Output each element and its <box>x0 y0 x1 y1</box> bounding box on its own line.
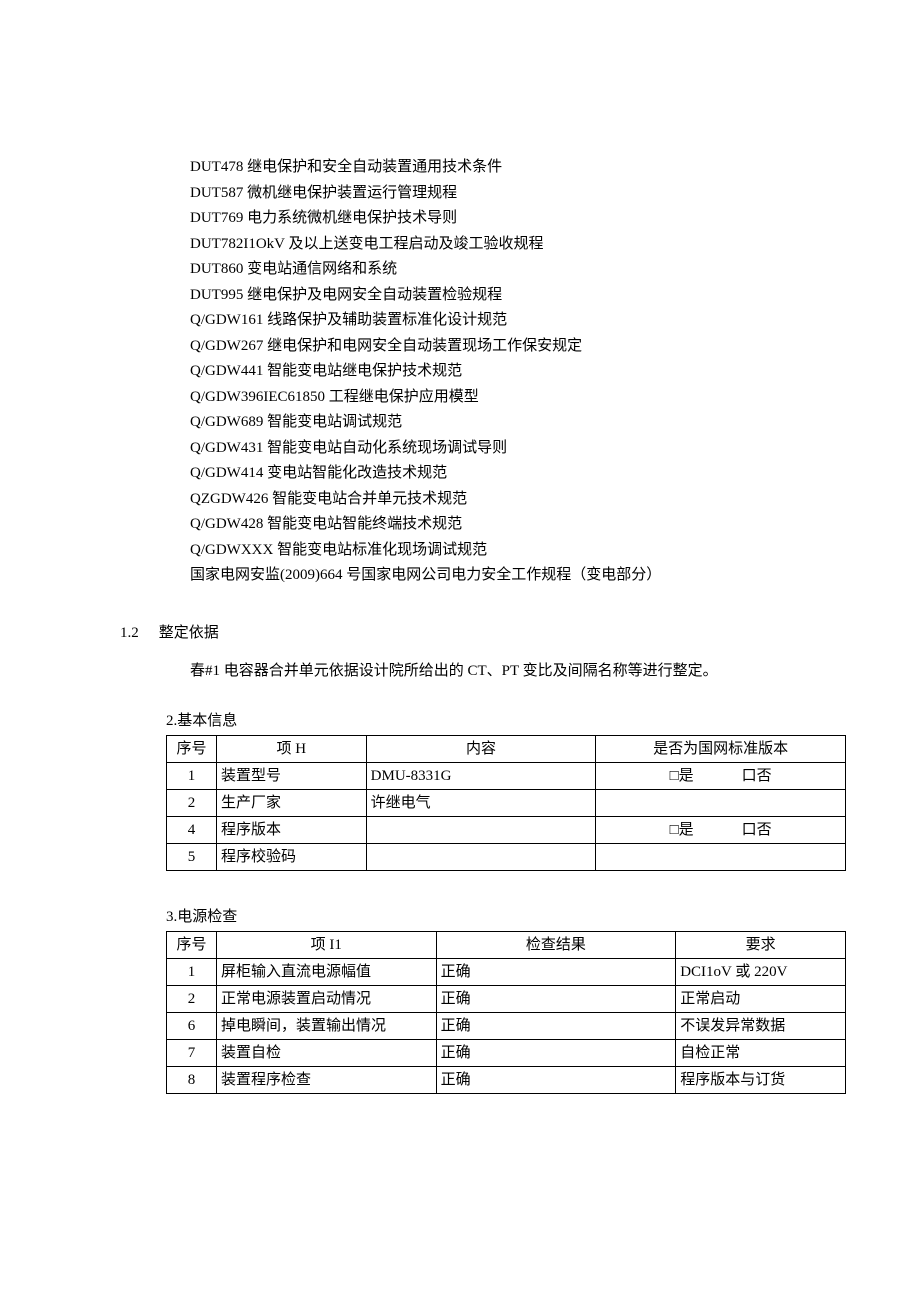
checkbox-no[interactable]: 口否 <box>742 818 772 842</box>
cell-no: 6 <box>167 1012 217 1039</box>
table-header-row: 序号 项 I1 检查结果 要求 <box>167 931 846 958</box>
standard-line: DUT860 变电站通信网络和系统 <box>190 257 800 283</box>
cell-no: 5 <box>167 843 217 870</box>
cell-no: 2 <box>167 985 217 1012</box>
standard-line: Q/GDW431 智能变电站自动化系统现场调试导则 <box>190 436 800 462</box>
cell-item: 装置自检 <box>216 1039 436 1066</box>
table-row: 1屏柜输入直流电源幅值正确DCI1oV 或 220V <box>167 958 846 985</box>
standard-line: Q/GDW428 智能变电站智能终端技术规范 <box>190 512 800 538</box>
cell-item: 程序校验码 <box>216 843 366 870</box>
cell-no: 1 <box>167 762 217 789</box>
standard-line: Q/GDWXXX 智能变电站标准化现场调试规范 <box>190 538 800 564</box>
cell-item: 程序版本 <box>216 816 366 843</box>
cell-no: 8 <box>167 1066 217 1093</box>
standard-line: 国家电网安监(2009)664 号国家电网公司电力安全工作规程（变电部分） <box>190 563 800 589</box>
cell-result: 正确 <box>436 958 676 985</box>
cell-content: DMU-8331G <box>366 762 596 789</box>
basic-info-table: 序号 项 H 内容 是否为国网标准版本 1装置型号DMU-8331G□是口否2生… <box>166 735 846 871</box>
table-row: 5程序校验码 <box>167 843 846 870</box>
cell-req: 不误发异常数据 <box>676 1012 846 1039</box>
col-std: 是否为国网标准版本 <box>596 735 846 762</box>
table-row: 2生产厂家许继电气 <box>167 789 846 816</box>
cell-std <box>596 789 846 816</box>
section-body: 春#1 电容器合并单元依据设计院所给出的 CT、PT 变比及间隔名称等进行整定。 <box>190 659 800 683</box>
standard-line: DUT769 电力系统微机继电保护技术导则 <box>190 206 800 232</box>
standard-line: Q/GDW161 线路保护及辅助装置标准化设计规范 <box>190 308 800 334</box>
cell-result: 正确 <box>436 1012 676 1039</box>
checkbox-yes[interactable]: □是 <box>670 764 694 788</box>
cell-std: □是 口否 <box>596 816 846 843</box>
col-item: 项 H <box>216 735 366 762</box>
col-result: 检查结果 <box>436 931 676 958</box>
cell-req: DCI1oV 或 220V <box>676 958 846 985</box>
cell-item: 正常电源装置启动情况 <box>216 985 436 1012</box>
cell-std: □是 口否 <box>596 762 846 789</box>
cell-result: 正确 <box>436 1039 676 1066</box>
col-content: 内容 <box>366 735 596 762</box>
cell-content: 许继电气 <box>366 789 596 816</box>
table-row: 2正常电源装置启动情况正确正常启动 <box>167 985 846 1012</box>
standard-line: Q/GDW267 继电保护和电网安全自动装置现场工作保安规定 <box>190 334 800 360</box>
standard-line: Q/GDW441 智能变电站继电保护技术规范 <box>190 359 800 385</box>
col-no: 序号 <box>167 931 217 958</box>
cell-item: 屏柜输入直流电源幅值 <box>216 958 436 985</box>
standard-line: Q/GDW689 智能变电站调试规范 <box>190 410 800 436</box>
cell-no: 1 <box>167 958 217 985</box>
cell-req: 自检正常 <box>676 1039 846 1066</box>
standard-line: DUT995 继电保护及电网安全自动装置检验规程 <box>190 283 800 309</box>
document-page: DUT478 继电保护和安全自动装置通用技术条件DUT587 微机继电保护装置运… <box>0 0 920 1301</box>
cell-result: 正确 <box>436 1066 676 1093</box>
power-check-table: 序号 项 I1 检查结果 要求 1屏柜输入直流电源幅值正确DCI1oV 或 22… <box>166 931 846 1094</box>
standard-line: Q/GDW396IEC61850 工程继电保护应用模型 <box>190 385 800 411</box>
cell-result: 正确 <box>436 985 676 1012</box>
checkbox-yes[interactable]: □是 <box>670 818 694 842</box>
cell-req: 正常启动 <box>676 985 846 1012</box>
section-header-1-2: 1.2 整定依据 <box>120 621 800 645</box>
table-row: 1装置型号DMU-8331G □是 口否 <box>167 762 846 789</box>
standard-line: DUT782I1OkV 及以上送变电工程启动及竣工验收规程 <box>190 232 800 258</box>
cell-no: 4 <box>167 816 217 843</box>
col-item: 项 I1 <box>216 931 436 958</box>
table-row: 8装置程序检查正确程序版本与订货 <box>167 1066 846 1093</box>
checkbox-no[interactable]: 口否 <box>742 764 772 788</box>
table-row: 4程序版本 □是 口否 <box>167 816 846 843</box>
standard-line: Q/GDW414 变电站智能化改造技术规范 <box>190 461 800 487</box>
section-number: 1.2 <box>120 621 139 645</box>
cell-no: 2 <box>167 789 217 816</box>
cell-std <box>596 843 846 870</box>
col-req: 要求 <box>676 931 846 958</box>
cell-req: 程序版本与订货 <box>676 1066 846 1093</box>
cell-item: 掉电瞬间，装置输出情况 <box>216 1012 436 1039</box>
section-title: 整定依据 <box>159 621 219 645</box>
cell-item: 装置程序检查 <box>216 1066 436 1093</box>
standards-list: DUT478 继电保护和安全自动装置通用技术条件DUT587 微机继电保护装置运… <box>190 155 800 589</box>
cell-no: 7 <box>167 1039 217 1066</box>
cell-item: 生产厂家 <box>216 789 366 816</box>
standard-line: QZGDW426 智能变电站合并单元技术规范 <box>190 487 800 513</box>
standard-line: DUT478 继电保护和安全自动装置通用技术条件 <box>190 155 800 181</box>
table2-title: 3.电源检查 <box>166 905 800 929</box>
cell-item: 装置型号 <box>216 762 366 789</box>
table1-title: 2.基本信息 <box>166 709 800 733</box>
table-row: 7装置自检正确自检正常 <box>167 1039 846 1066</box>
table-row: 6掉电瞬间，装置输出情况正确不误发异常数据 <box>167 1012 846 1039</box>
standard-line: DUT587 微机继电保护装置运行管理规程 <box>190 181 800 207</box>
col-no: 序号 <box>167 735 217 762</box>
cell-content <box>366 816 596 843</box>
cell-content <box>366 843 596 870</box>
table-header-row: 序号 项 H 内容 是否为国网标准版本 <box>167 735 846 762</box>
